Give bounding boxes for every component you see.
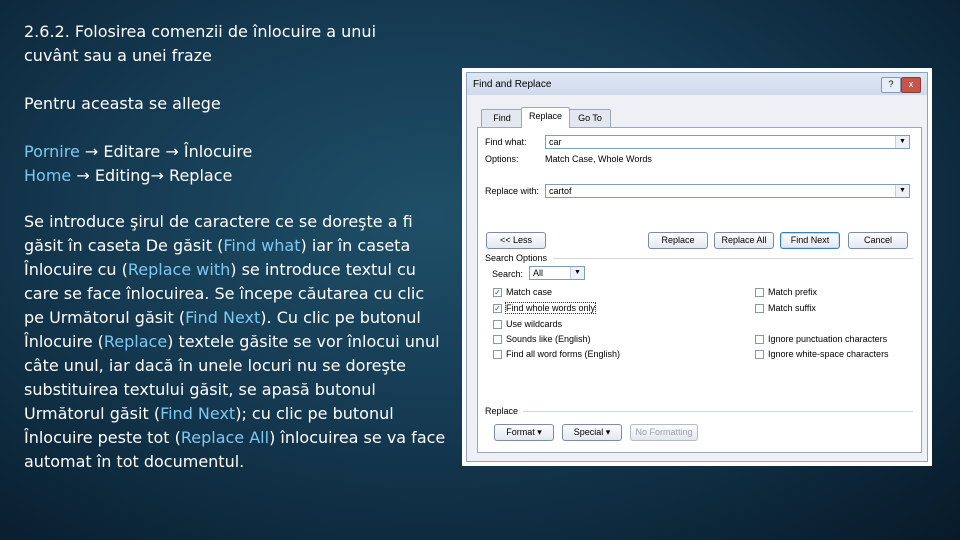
search-direction-select[interactable]: All ▼ (529, 266, 585, 280)
close-button[interactable]: x (901, 77, 921, 93)
no-formatting-button[interactable]: No Formatting (630, 424, 698, 441)
ignore-punctuation-checkbox[interactable] (755, 335, 764, 344)
match-suffix-label[interactable]: Match suffix (768, 303, 816, 313)
para-highlight-find-next-2: Find Next (160, 404, 236, 423)
find-what-value: car (549, 137, 562, 147)
replace-all-button[interactable]: Replace All (714, 232, 774, 249)
para-highlight-find-what: Find what (223, 236, 301, 255)
sounds-like-label[interactable]: Sounds like (English) (506, 334, 591, 344)
path-ro-rest: → Editare → Înlocuire (79, 142, 253, 161)
heading-line-2: cuvânt sau a unei fraze (24, 46, 212, 65)
replace-with-label: Replace with: (485, 186, 540, 196)
path-en-first: Home (24, 166, 72, 185)
replace-tab-panel: Find what: car ▼ Options: Match Case, Wh… (477, 127, 922, 453)
chevron-down-icon[interactable]: ▼ (570, 267, 584, 279)
find-replace-dialog: Find and Replace ? x Find Replace Go To … (466, 72, 928, 462)
whole-words-checkbox[interactable]: ✓ (493, 304, 502, 313)
menu-path-romanian: Pornire → Editare → Înlocuire (24, 140, 449, 164)
help-button[interactable]: ? (881, 77, 901, 93)
search-options-label: Search Options (485, 253, 548, 263)
check-icon: ✓ (494, 288, 501, 297)
description-paragraph: Se introduce şirul de caractere ce se do… (24, 210, 449, 474)
tab-find[interactable]: Find (481, 109, 523, 127)
find-next-button[interactable]: Find Next (780, 232, 840, 249)
menu-path-english: Home → Editing→ Replace (24, 164, 449, 188)
whole-words-label[interactable]: Find whole words only (504, 302, 597, 314)
dialog-title: Find and Replace (473, 79, 552, 90)
replace-button[interactable]: Replace (648, 232, 708, 249)
ignore-whitespace-checkbox[interactable] (755, 350, 764, 359)
slide-text: 2.6.2. Folosirea comenzii de înlocuire a… (24, 20, 449, 474)
chevron-down-icon[interactable]: ▼ (895, 185, 909, 197)
dialog-screenshot-frame: Find and Replace ? x Find Replace Go To … (462, 68, 932, 466)
ignore-whitespace-label[interactable]: Ignore white-space characters (768, 349, 889, 359)
slide-heading: 2.6.2. Folosirea comenzii de înlocuire a… (24, 20, 449, 68)
check-icon: ✓ (494, 304, 501, 313)
para-highlight-replace-all: Replace All (180, 428, 270, 447)
intro-text: Pentru aceasta se allege (24, 94, 221, 113)
search-options-divider (553, 258, 913, 259)
tab-goto[interactable]: Go To (569, 109, 611, 127)
options-label: Options: (485, 154, 519, 164)
chevron-down-icon[interactable]: ▼ (895, 136, 909, 148)
find-what-input[interactable]: car ▼ (545, 135, 910, 149)
path-ro-first: Pornire (24, 142, 80, 161)
path-en-rest: → Editing→ Replace (71, 166, 233, 185)
less-button[interactable]: << Less (486, 232, 546, 249)
replace-with-input[interactable]: cartof ▼ (545, 184, 910, 198)
replace-with-value: cartof (549, 186, 572, 196)
replace-group-divider (523, 411, 913, 412)
format-button[interactable]: Format ▾ (494, 424, 554, 441)
special-button-label: Special (573, 427, 604, 437)
ignore-punctuation-label[interactable]: Ignore punctuation characters (768, 334, 887, 344)
wildcards-checkbox[interactable] (493, 320, 502, 329)
search-label: Search: (492, 269, 524, 279)
match-case-checkbox[interactable]: ✓ (493, 288, 502, 297)
match-prefix-checkbox[interactable] (755, 288, 764, 297)
tab-replace[interactable]: Replace (521, 107, 570, 128)
para-highlight-find-next: Find Next (185, 308, 261, 327)
dialog-titlebar[interactable]: Find and Replace ? x (467, 73, 927, 95)
find-what-label: Find what: (485, 137, 527, 147)
match-case-label[interactable]: Match case (506, 287, 552, 297)
format-button-label: Format (506, 427, 535, 437)
wildcards-label[interactable]: Use wildcards (506, 319, 562, 329)
match-suffix-checkbox[interactable] (755, 304, 764, 313)
options-value: Match Case, Whole Words (545, 154, 652, 164)
para-highlight-replace: Replace (103, 332, 168, 351)
match-prefix-label[interactable]: Match prefix (768, 287, 817, 297)
search-direction-value: All (533, 268, 544, 278)
replace-group-label: Replace (485, 406, 519, 416)
para-highlight-replace-with: Replace with (127, 260, 231, 279)
cancel-button[interactable]: Cancel (848, 232, 908, 249)
word-forms-label[interactable]: Find all word forms (English) (506, 349, 620, 359)
heading-line-1: 2.6.2. Folosirea comenzii de înlocuire a… (24, 22, 377, 41)
special-button[interactable]: Special ▾ (562, 424, 622, 441)
word-forms-checkbox[interactable] (493, 350, 502, 359)
sounds-like-checkbox[interactable] (493, 335, 502, 344)
